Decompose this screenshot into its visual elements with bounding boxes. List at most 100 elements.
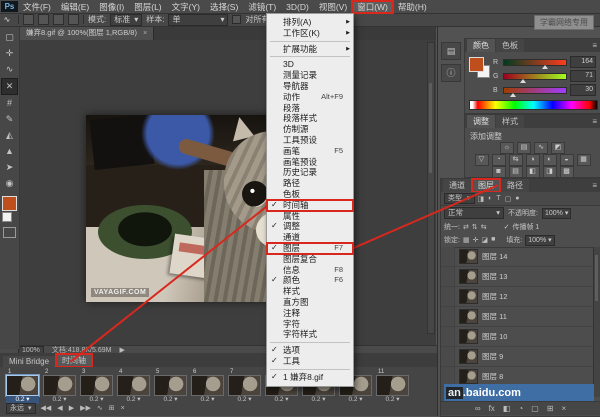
frame-delay-dropdown[interactable]: 0.2 ▾ xyxy=(154,396,187,404)
frame-thumbnail[interactable] xyxy=(6,375,39,396)
tool-button[interactable]: ✎ xyxy=(2,112,17,127)
window-menu-item[interactable] xyxy=(270,56,350,58)
panel-tab[interactable]: 颜色 xyxy=(467,39,495,52)
window-menu-item[interactable]: 信息 F8 xyxy=(267,265,353,276)
menu-bar-item[interactable]: 视图(V) xyxy=(314,1,352,13)
window-menu-item[interactable]: 排列(A) xyxy=(267,17,353,28)
visibility-eye-well[interactable] xyxy=(441,327,455,346)
panel-tab[interactable]: 通道 xyxy=(443,179,471,192)
layer-row[interactable]: 图层 12 xyxy=(441,287,594,307)
window-menu-item[interactable] xyxy=(270,342,350,344)
tool-button[interactable]: ◭ xyxy=(2,128,17,143)
adjustment-icon[interactable]: ▤ xyxy=(517,142,531,154)
loop-options-dropdown[interactable]: 永远 ▾ xyxy=(6,403,36,414)
adjustment-icon[interactable]: ◙ xyxy=(491,166,506,178)
unify-icon[interactable]: ⇄ xyxy=(463,223,469,231)
layer-thumbnail[interactable] xyxy=(459,269,478,284)
frame-delay-dropdown[interactable]: 0.2 ▾ xyxy=(228,396,261,404)
sample-dropdown[interactable]: 单 ▾ xyxy=(168,13,229,26)
frame-delay-dropdown[interactable]: 0.2 ▾ xyxy=(265,396,298,404)
frame-thumbnail[interactable] xyxy=(154,375,187,396)
filter-icon[interactable]: ● xyxy=(515,195,519,203)
playback-button[interactable]: ◀ xyxy=(57,404,62,413)
menu-bar-item[interactable]: 滤镜(T) xyxy=(243,1,281,13)
menu-bar-item[interactable]: 3D(D) xyxy=(281,1,314,13)
adjustment-icon[interactable]: ◨ xyxy=(542,166,557,178)
timeline-frame[interactable]: 5 0.2 ▾ xyxy=(154,369,187,404)
playback-button[interactable]: ∿ xyxy=(97,404,103,413)
channel-value-field[interactable]: 71 xyxy=(570,70,596,82)
frame-thumbnail[interactable] xyxy=(376,375,409,396)
document-tab[interactable]: 嫌弃8.gif @ 100%(图层 1,RGB/8) × xyxy=(20,26,155,40)
layer-thumbnail[interactable] xyxy=(459,329,478,344)
collapsed-panel-icon[interactable]: ▤ xyxy=(441,42,461,60)
adjustment-icon[interactable]: ◧ xyxy=(525,166,540,178)
visibility-eye-well[interactable] xyxy=(441,267,455,286)
visibility-eye-well[interactable] xyxy=(441,287,455,306)
timeline-tab[interactable]: Mini Bridge xyxy=(3,356,56,367)
menu-bar-item[interactable]: 帮助(H) xyxy=(393,1,432,13)
layer-thumbnail[interactable] xyxy=(459,289,478,304)
window-menu-item[interactable]: 调整 xyxy=(267,221,353,232)
tool-button[interactable]: ▲ xyxy=(2,144,17,159)
layers-scrollbar[interactable] xyxy=(593,247,600,397)
unify-icon[interactable]: ⇆ xyxy=(481,223,487,231)
layer-row[interactable]: 图层 14 xyxy=(441,247,594,267)
timeline-frame[interactable]: 4 0.2 ▾ xyxy=(117,369,150,404)
new-selection-button[interactable] xyxy=(23,14,34,25)
adjustment-icon[interactable]: ▽ xyxy=(474,154,489,166)
adjustment-icon[interactable]: ▤ xyxy=(508,166,523,178)
menu-bar-item[interactable]: 图像(I) xyxy=(94,1,129,13)
panel-tab[interactable]: 调整 xyxy=(467,115,495,128)
frame-delay-dropdown[interactable]: 0.2 ▾ xyxy=(302,396,335,404)
mode-dropdown[interactable]: 标准 ▾ xyxy=(110,13,143,26)
layer-row[interactable]: 图层 11 xyxy=(441,307,594,327)
tool-button[interactable]: ✕ xyxy=(1,78,18,95)
layers-footer-icon[interactable]: ◔ xyxy=(518,404,523,413)
layers-footer-icon[interactable]: fx xyxy=(489,404,495,413)
add-selection-button[interactable] xyxy=(38,14,49,25)
frame-delay-dropdown[interactable]: 0.2 ▾ xyxy=(191,396,224,404)
panel-tab[interactable]: 色板 xyxy=(496,39,524,52)
frame-thumbnail[interactable] xyxy=(117,375,150,396)
layer-thumbnail[interactable] xyxy=(459,249,478,264)
playback-button[interactable]: ▶ xyxy=(69,404,74,413)
frame-thumbnail[interactable] xyxy=(191,375,224,396)
opacity-field[interactable]: 100% ▾ xyxy=(541,207,572,219)
window-menu-item[interactable]: 画笔 F5 xyxy=(267,146,353,157)
adjustment-icon[interactable]: ☼ xyxy=(500,142,514,154)
adjustment-icon[interactable]: ∿ xyxy=(534,142,548,154)
playback-button[interactable]: ◀◀ xyxy=(41,404,52,413)
adjustment-icon[interactable]: ◐ xyxy=(542,154,557,166)
timeline-frame[interactable]: 11 0.2 ▾ xyxy=(376,369,409,404)
frame-thumbnail[interactable] xyxy=(43,375,76,396)
menu-bar-item[interactable]: 图层(L) xyxy=(129,1,166,13)
window-menu-item[interactable]: 样式 xyxy=(267,286,353,297)
window-menu-item[interactable]: 工具 xyxy=(267,356,353,367)
window-menu-item[interactable]: 属性 xyxy=(267,211,353,222)
tool-button[interactable]: ▢ xyxy=(2,30,17,45)
menu-bar-item[interactable]: 文件(F) xyxy=(18,1,56,13)
adjustment-icon[interactable]: ◩ xyxy=(551,142,565,154)
filter-icon[interactable]: T xyxy=(496,195,500,203)
blend-mode-dropdown[interactable]: 正常 ▾ xyxy=(444,207,504,219)
visibility-eye-well[interactable] xyxy=(441,307,455,326)
panel-menu-icon[interactable]: ≡ xyxy=(592,181,597,190)
lock-icon[interactable]: ◪ xyxy=(481,236,488,244)
window-menu-item[interactable]: 历史记录 xyxy=(267,167,353,178)
tool-button[interactable]: ∿ xyxy=(2,62,17,77)
window-menu-item[interactable]: 扩展功能 xyxy=(267,44,353,55)
canvas-scrollbar[interactable] xyxy=(427,42,435,334)
tool-button[interactable]: # xyxy=(2,96,17,111)
adjustment-icon[interactable]: ◑ xyxy=(525,154,540,166)
collapsed-panel-icon[interactable]: ⓘ xyxy=(441,64,461,82)
window-menu-item[interactable]: 图层复合 xyxy=(267,254,353,265)
window-menu-item[interactable]: 颜色 F6 xyxy=(267,275,353,286)
window-menu-item[interactable]: 段落样式 xyxy=(267,113,353,124)
adjustment-icon[interactable]: ◒ xyxy=(559,154,574,166)
window-menu-item[interactable]: 画笔预设 xyxy=(267,157,353,168)
window-menu-item[interactable] xyxy=(270,368,350,370)
tool-button[interactable]: ✛ xyxy=(2,46,17,61)
window-menu-item[interactable]: 字符 xyxy=(267,319,353,330)
window-menu-item[interactable]: 选项 xyxy=(267,345,353,356)
